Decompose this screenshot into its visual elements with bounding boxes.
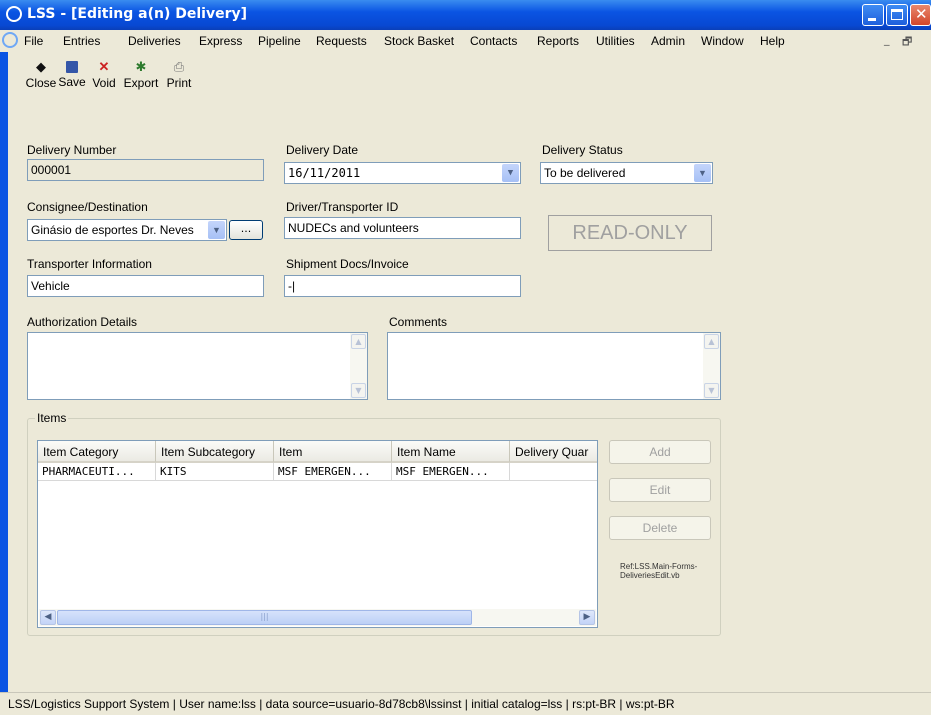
- delivery-date-value: 16/11/2011: [288, 166, 361, 180]
- scroll-down-icon[interactable]: ▼: [704, 383, 719, 398]
- column-header-delivery-quantity[interactable]: Delivery Quar: [510, 441, 597, 463]
- delete-item-button[interactable]: Delete: [609, 516, 711, 540]
- save-button-label: Save: [58, 75, 86, 89]
- scroll-up-icon[interactable]: ▲: [351, 334, 366, 349]
- menu-reports[interactable]: Reports: [537, 34, 579, 48]
- back-arrow-icon: ◆: [36, 59, 46, 74]
- table-cell-delivery-quantity[interactable]: [510, 463, 597, 481]
- items-group-label: Items: [35, 411, 69, 425]
- print-button-label: Print: [166, 76, 192, 90]
- status-bar: LSS/Logistics Support System | User name…: [0, 692, 931, 715]
- delivery-status-select[interactable]: To be delivered ▼: [540, 162, 713, 184]
- mdi-minimize-icon[interactable]: _: [884, 33, 890, 46]
- maximize-button[interactable]: [886, 4, 908, 26]
- comments-textarea[interactable]: ▲ ▼: [387, 332, 721, 400]
- delivery-date-picker[interactable]: 16/11/2011 ▼: [284, 162, 521, 184]
- printer-icon: ⎙: [173, 59, 185, 74]
- floppy-disk-icon: [66, 61, 78, 73]
- authorization-label: Authorization Details: [27, 315, 138, 329]
- table-cell-item-name[interactable]: MSF EMERGEN...: [392, 463, 510, 481]
- column-header-item-name[interactable]: Item Name: [392, 441, 510, 463]
- menu-stock-basket[interactable]: Stock Basket: [384, 34, 454, 48]
- menu-deliveries[interactable]: Deliveries: [128, 34, 181, 48]
- menu-window[interactable]: Window: [701, 34, 744, 48]
- window-title: LSS - [Editing a(n) Delivery]: [27, 6, 248, 22]
- void-x-icon: ✕: [98, 59, 110, 74]
- scroll-up-icon[interactable]: ▲: [704, 334, 719, 349]
- edit-item-button[interactable]: Edit: [609, 478, 711, 502]
- application-window: LSS - [Editing a(n) Delivery] ✕ File Ent…: [0, 0, 931, 715]
- menu-contacts[interactable]: Contacts: [470, 34, 517, 48]
- shipment-docs-label: Shipment Docs/Invoice: [286, 257, 409, 271]
- export-icon: ✱: [135, 59, 147, 74]
- browse-button-label: ...: [240, 222, 252, 235]
- table-cell-item-category[interactable]: PHARMACEUTI...: [38, 463, 156, 481]
- save-button[interactable]: Save: [56, 60, 88, 89]
- comments-scrollbar[interactable]: ▲ ▼: [703, 333, 720, 399]
- read-only-badge: READ-ONLY: [548, 215, 712, 251]
- form-reference-note: Ref:LSS.Main-Forms-DeliveriesEdit.vb: [620, 562, 698, 580]
- grid-horizontal-scrollbar[interactable]: ◀ ||| ▶: [39, 609, 596, 626]
- items-grid[interactable]: Item Category Item Subcategory Item Item…: [37, 440, 598, 628]
- menu-file[interactable]: File: [24, 34, 43, 48]
- app-logo-icon: [6, 6, 22, 22]
- menu-help[interactable]: Help: [760, 34, 785, 48]
- column-header-item-subcategory[interactable]: Item Subcategory: [156, 441, 274, 463]
- void-button-label: Void: [92, 76, 116, 90]
- column-header-item[interactable]: Item: [274, 441, 392, 463]
- consignee-browse-button[interactable]: ...: [229, 220, 263, 240]
- consignee-select[interactable]: Ginásio de esportes Dr. Neves ▼: [27, 219, 227, 241]
- delivery-status-label: Delivery Status: [542, 143, 623, 157]
- add-item-button[interactable]: Add: [609, 440, 711, 464]
- export-button[interactable]: ✱ Export: [120, 59, 162, 91]
- transporter-info-label: Transporter Information: [27, 257, 152, 271]
- title-bar[interactable]: LSS - [Editing a(n) Delivery] ✕: [0, 0, 931, 30]
- scroll-down-icon[interactable]: ▼: [351, 383, 366, 398]
- export-button-label: Export: [123, 76, 159, 90]
- transporter-info-field[interactable]: Vehicle: [27, 275, 264, 297]
- delivery-number-field: 000001: [27, 159, 264, 181]
- close-button[interactable]: ◆ Close: [24, 59, 58, 91]
- menu-admin[interactable]: Admin: [651, 34, 685, 48]
- menu-express[interactable]: Express: [199, 34, 242, 48]
- scroll-right-icon[interactable]: ▶: [579, 610, 595, 625]
- minimize-button[interactable]: [862, 4, 884, 26]
- scroll-left-icon[interactable]: ◀: [40, 610, 56, 625]
- delivery-number-label: Delivery Number: [27, 143, 117, 157]
- close-button-label: Close: [25, 76, 57, 90]
- driver-field[interactable]: NUDECs and volunteers: [284, 217, 521, 239]
- shipment-docs-field[interactable]: -|: [284, 275, 521, 297]
- table-cell-item[interactable]: MSF EMERGEN...: [274, 463, 392, 481]
- consignee-label: Consignee/Destination: [27, 200, 148, 214]
- delivery-status-value: To be delivered: [544, 166, 626, 180]
- scroll-thumb[interactable]: |||: [57, 610, 472, 625]
- driver-label: Driver/Transporter ID: [286, 200, 399, 214]
- menu-pipeline[interactable]: Pipeline: [258, 34, 301, 48]
- chevron-down-icon[interactable]: ▼: [694, 164, 711, 182]
- menu-bar: File Entries Deliveries Express Pipeline…: [0, 30, 931, 52]
- status-bar-text: LSS/Logistics Support System | User name…: [8, 697, 675, 711]
- menu-utilities[interactable]: Utilities: [596, 34, 635, 48]
- menu-entries[interactable]: Entries: [63, 34, 100, 48]
- table-cell-item-subcategory[interactable]: KITS: [156, 463, 274, 481]
- consignee-value: Ginásio de esportes Dr. Neves: [31, 223, 194, 237]
- mdi-restore-icon[interactable]: 🗗: [902, 33, 912, 52]
- mdi-child-icon: [2, 32, 18, 48]
- comments-label: Comments: [389, 315, 448, 329]
- menu-requests[interactable]: Requests: [316, 34, 367, 48]
- chevron-down-icon[interactable]: ▼: [208, 221, 225, 239]
- print-button[interactable]: ⎙ Print: [162, 59, 196, 91]
- window-left-border: [0, 52, 8, 692]
- chevron-down-icon[interactable]: ▼: [502, 164, 519, 182]
- column-header-item-category[interactable]: Item Category: [38, 441, 156, 463]
- void-button[interactable]: ✕ Void: [87, 59, 121, 91]
- authorization-scrollbar[interactable]: ▲ ▼: [350, 333, 367, 399]
- delivery-date-label: Delivery Date: [286, 143, 359, 157]
- authorization-textarea[interactable]: ▲ ▼: [27, 332, 368, 400]
- close-window-button[interactable]: ✕: [910, 4, 931, 26]
